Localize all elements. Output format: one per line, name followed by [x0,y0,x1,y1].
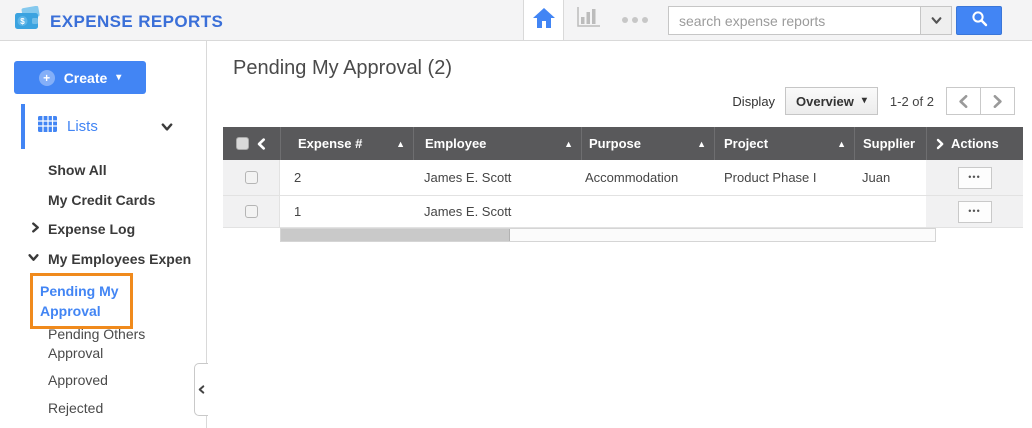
cell-supplier [854,196,926,227]
table-row[interactable]: 1 James E. Scott ••• [223,196,1023,228]
horizontal-scrollbar[interactable] [280,228,936,242]
row-select-cell [223,160,280,195]
column-header-purpose[interactable]: Purpose ▲ [581,127,714,160]
column-header-supplier[interactable]: Supplier [854,127,926,160]
cell-actions: ••• [926,160,1023,195]
chevron-right-icon [936,138,944,149]
prev-page-button[interactable] [946,87,981,115]
sidebar-item-pending-my-approval-highlight[interactable]: Pending My Approval [30,273,133,329]
home-tab[interactable] [523,0,564,40]
sidebar-item-rejected[interactable]: Rejected [48,400,103,416]
home-icon [532,7,556,34]
column-header-project[interactable]: Project ▲ [714,127,854,160]
sidebar-item-my-credit-cards[interactable]: My Credit Cards [48,192,155,208]
display-label: Display [732,93,776,109]
column-header-actions[interactable]: Actions [926,127,1023,160]
chevron-left-icon [198,385,205,394]
search-input[interactable] [668,6,921,35]
main-content: Pending My Approval (2) Display Overview… [208,41,1032,428]
more-menu-button[interactable] [622,17,648,23]
cell-purpose: Accommodation [585,170,679,185]
pager [946,87,1015,115]
display-mode-value: Overview [796,93,854,109]
sidebar-item-my-employees-expenses[interactable]: My Employees Expen [48,251,191,267]
pagination-range: 1-2 of 2 [889,93,934,109]
collapse-columns-icon[interactable] [256,137,267,150]
sort-asc-icon: ▲ [564,138,573,149]
sidebar-item-pending-others-approval[interactable]: Pending Others Approval [48,325,156,363]
sidebar-item-approved[interactable]: Approved [48,372,108,388]
cell-expense-number: 2 [294,170,302,185]
header-select-cell [223,127,280,160]
select-all-checkbox[interactable] [236,137,249,150]
sidebar-item-show-all[interactable]: Show All [48,162,107,178]
column-header-expense[interactable]: Expense # ▲ [280,127,413,160]
sidebar: + Create ▾ Lists Show All My Credit Card… [0,41,208,428]
cell-actions: ••• [926,196,1023,227]
cell-project: Product Phase I [724,170,817,185]
display-mode-dropdown[interactable]: Overview ▾ [785,87,878,115]
expenses-table: Expense # ▲ Employee ▲ Purpose ▲ Project… [223,127,1023,242]
sort-asc-icon: ▲ [396,138,405,149]
row-actions-button[interactable]: ••• [957,166,992,189]
chevron-down-icon [161,121,173,133]
chevron-down-icon[interactable] [28,252,39,263]
chevron-right-icon [993,94,1002,108]
sort-asc-icon: ▲ [697,138,706,149]
svg-text:$: $ [20,17,25,26]
app-brand: $ EXPENSE REPORTS [13,5,224,38]
wallet-icon: $ [13,5,41,38]
table-hscroll-row [223,228,1023,242]
row-checkbox[interactable] [244,171,258,184]
cell-purpose [581,196,714,227]
caret-down-icon: ▾ [116,71,122,83]
reports-button[interactable] [574,5,604,34]
next-page-button[interactable] [980,87,1015,115]
row-select-cell [223,196,280,227]
top-bar: $ EXPENSE REPORTS [0,0,1032,41]
row-actions-button[interactable]: ••• [957,200,992,223]
plus-icon: + [38,69,55,86]
cell-employee: James E. Scott [424,204,512,219]
table-header-row: Expense # ▲ Employee ▲ Purpose ▲ Project… [223,127,1023,160]
page-title: Pending My Approval (2) [233,57,453,79]
sidebar-collapse-handle[interactable] [194,363,208,416]
search-options-toggle[interactable] [921,6,952,35]
cell-project [714,196,854,227]
sidebar-item-expense-log[interactable]: Expense Log [48,221,135,237]
list-controls: Display Overview ▾ 1-2 of 2 [732,87,1015,115]
cell-supplier: Juan [862,170,891,185]
caret-down-icon: ▾ [861,95,867,106]
sort-asc-icon: ▲ [837,138,846,149]
chevron-down-icon [931,17,941,24]
ellipsis-icon [622,17,628,23]
create-button-label: Create [63,69,108,86]
chevron-left-icon [959,94,968,108]
sidebar-item-lists[interactable]: Lists [21,104,186,149]
search-button[interactable] [956,6,1002,35]
cell-expense-number: 1 [294,204,302,219]
horizontal-scrollbar-thumb[interactable] [281,229,510,241]
chevron-right-icon[interactable] [30,222,41,233]
row-checkbox[interactable] [244,205,258,218]
app-title: EXPENSE REPORTS [50,12,224,31]
grid-icon [38,116,57,137]
create-button[interactable]: + Create ▾ [14,61,146,94]
lists-label: Lists [67,118,98,135]
cell-employee: James E. Scott [424,170,512,185]
search-bar [668,6,1002,35]
search-icon [971,10,988,32]
column-header-employee[interactable]: Employee ▲ [413,127,581,160]
table-row[interactable]: 2 James E. Scott Accommodation Product P… [223,160,1023,196]
sidebar-item-pending-my-approval[interactable]: Pending My Approval [40,281,123,321]
bar-chart-icon [576,5,602,34]
